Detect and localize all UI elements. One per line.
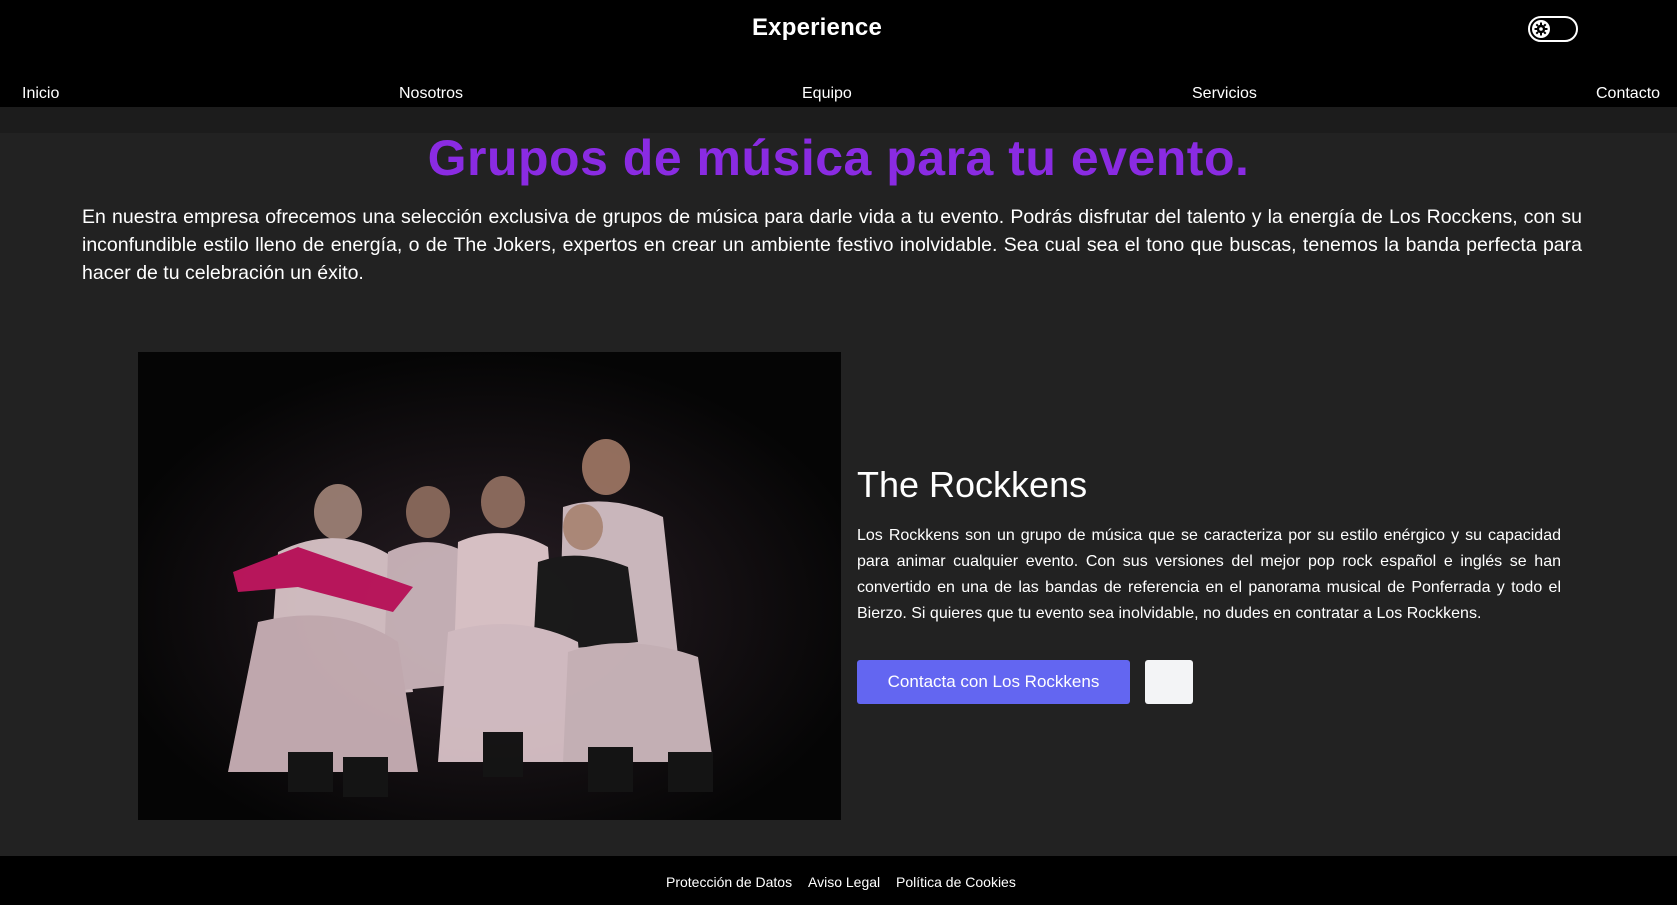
site-header: Experience Inicio Nosotros Equipo Servic… [0, 0, 1677, 107]
nav-item-servicios[interactable]: Servicios [1192, 85, 1257, 103]
band-description: Los Rockkens son un grupo de música que … [857, 527, 1561, 622]
footer-link-politica-cookies[interactable]: Política de Cookies [896, 874, 1016, 890]
site-footer: Protección de Datos Aviso Legal Política… [0, 856, 1677, 905]
band-photo [138, 352, 841, 820]
secondary-button[interactable] [1145, 660, 1193, 704]
nav-item-contacto[interactable]: Contacto [1596, 85, 1660, 103]
contact-band-button[interactable]: Contacta con Los Rockkens [857, 660, 1130, 704]
footer-link-proteccion-datos[interactable]: Protección de Datos [666, 874, 792, 890]
site-brand[interactable]: Experience [0, 14, 1634, 42]
footer-link-aviso-legal[interactable]: Aviso Legal [808, 874, 880, 890]
nav-item-inicio[interactable]: Inicio [22, 85, 59, 103]
band-name: The Rockkens [857, 464, 1088, 505]
intro-paragraph: En nuestra empresa ofrecemos una selecci… [82, 206, 1582, 284]
nav-item-equipo[interactable]: Equipo [802, 85, 852, 103]
nav-item-nosotros[interactable]: Nosotros [399, 85, 463, 103]
main-nav: Inicio Nosotros Equipo Servicios Contact… [0, 85, 1677, 107]
theme-toggle[interactable] [1528, 16, 1578, 42]
page-title: Grupos de música para tu evento. [427, 130, 1250, 186]
gear-icon [1532, 20, 1550, 38]
